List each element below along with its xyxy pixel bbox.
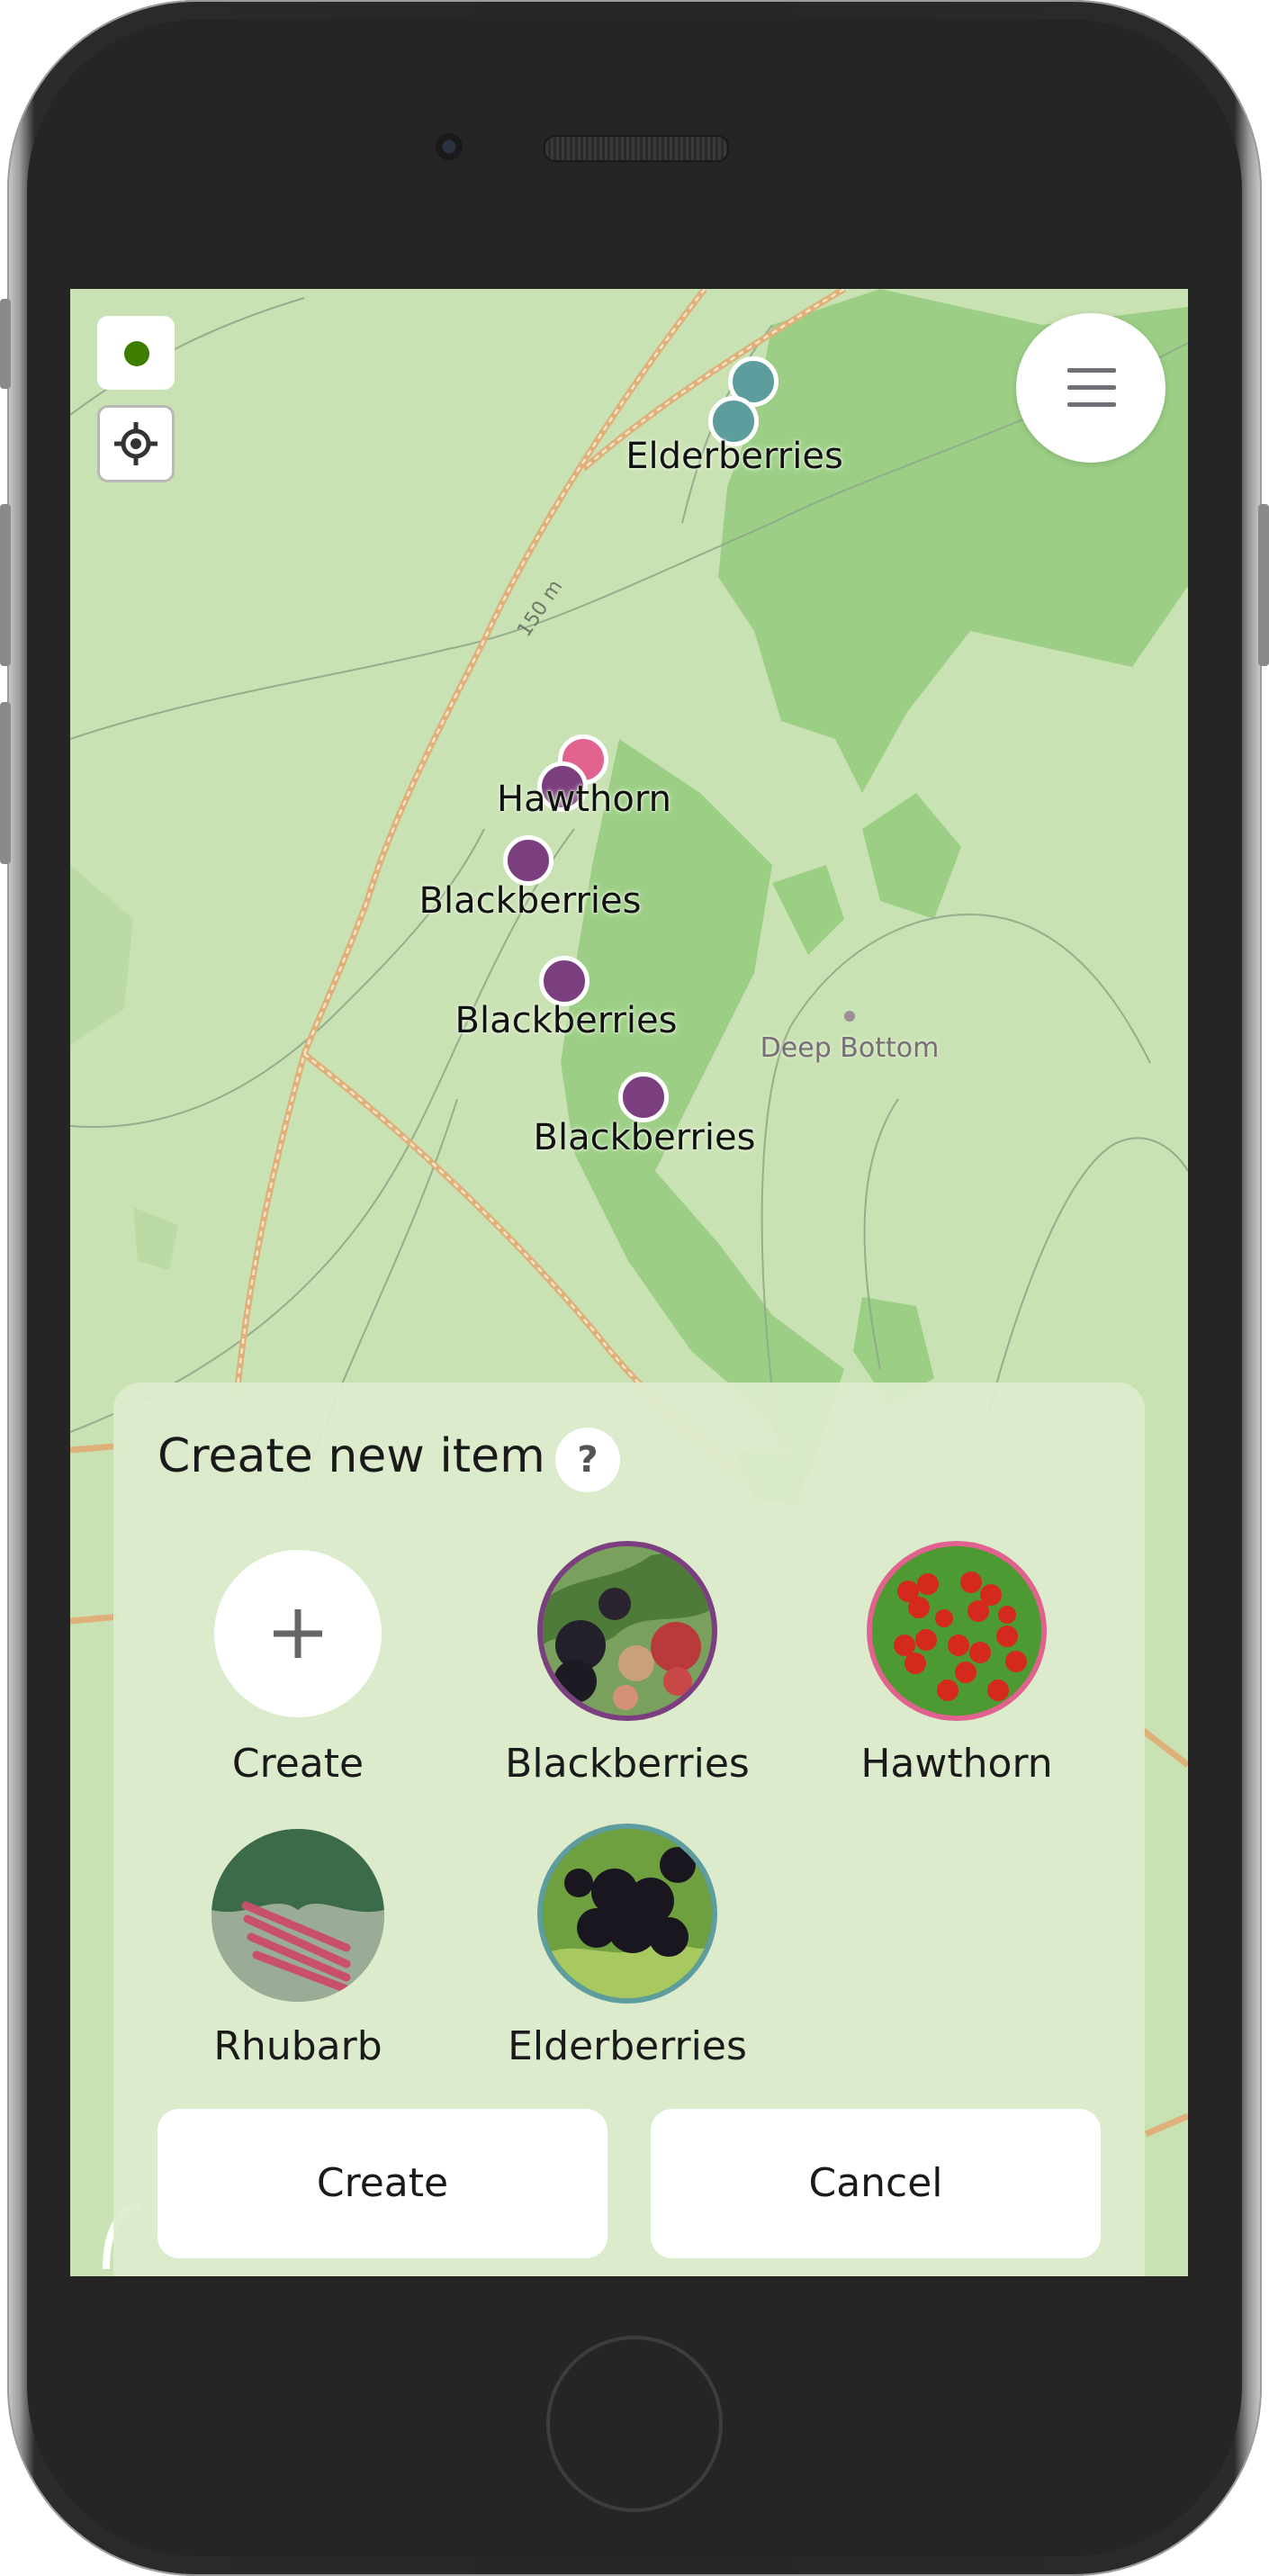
app-screen: 150 m Elderberries Hawthorn Blackberries… [70,289,1188,2276]
panel-title: Create new item [158,1429,545,1483]
volume-down-button [0,702,11,864]
item-thumbnail [867,1541,1047,1721]
map-marker-label[interactable]: Blackberries [455,1000,678,1041]
create-button[interactable]: Create [158,2109,608,2258]
blackberries-photo [543,1546,712,1716]
power-button [1258,504,1269,666]
map-marker-label[interactable]: Elderberries [626,436,843,477]
crosshair-icon [114,422,158,465]
rhubarb-photo [212,1829,384,2002]
item-label: Blackberries [505,1741,750,1787]
item-label: Rhubarb [213,2023,382,2069]
item-thumbnail [214,1550,382,1717]
plus-icon [274,1609,322,1658]
menu-button[interactable] [1016,313,1166,463]
locate-button[interactable] [97,405,175,482]
hawthorn-photo [872,1546,1041,1716]
volume-up-button [0,504,11,666]
elderberries-photo [543,1829,712,1998]
earpiece-speaker [544,135,729,162]
map-marker-label[interactable]: Blackberries [534,1117,756,1158]
map-marker-label[interactable]: Blackberries [419,880,642,922]
mute-switch [0,299,11,389]
item-label: Elderberries [508,2023,747,2069]
item-thumbnail [212,1829,384,2002]
map-marker-label[interactable]: Hawthorn [497,779,671,820]
gps-status-dot [124,341,149,366]
cancel-button[interactable]: Cancel [651,2109,1101,2258]
gps-status-indicator [97,316,175,390]
item-thumbnail [537,1824,717,2004]
help-button[interactable]: ? [555,1428,620,1492]
map-marker-blackberries[interactable] [618,1072,669,1122]
front-camera [436,133,463,160]
map-marker-blackberries[interactable] [539,956,590,1006]
create-item-panel: Create new item ? Create Blackberries Ha… [113,1383,1145,2276]
item-thumbnail [537,1541,717,1721]
place-label: Deep Bottom [760,1032,940,1064]
map-marker-blackberries[interactable] [503,835,554,886]
home-button[interactable] [546,2336,723,2512]
item-label: Create [231,1741,364,1787]
item-label: Hawthorn [860,1741,1053,1787]
